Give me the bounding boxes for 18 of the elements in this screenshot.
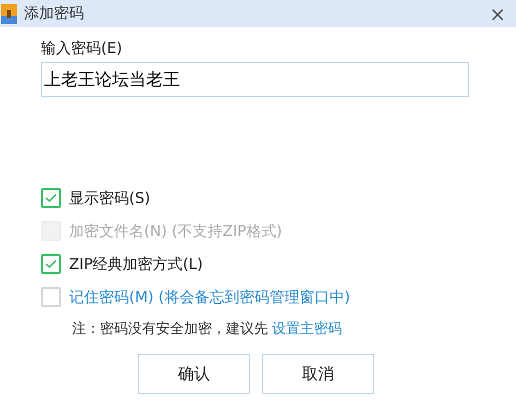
option-label: ZIP经典加密方式(L) xyxy=(69,254,203,274)
option-label: 显示密码(S) xyxy=(69,188,150,208)
option-link[interactable]: 记住密码(M) (将会备忘到密码管理窗口中) xyxy=(69,288,350,306)
option-label: 加密文件名(N) (不支持ZIP格式) xyxy=(69,222,282,240)
password-label: 输入密码(E) xyxy=(41,39,124,58)
confirm-button[interactable]: 确认 xyxy=(138,354,250,394)
checkbox[interactable] xyxy=(41,188,61,208)
check-icon xyxy=(45,259,57,269)
checkbox[interactable] xyxy=(41,254,61,274)
cancel-button[interactable]: 取消 xyxy=(262,354,374,394)
archive-icon xyxy=(0,4,18,24)
check-icon xyxy=(45,193,57,203)
checkbox[interactable] xyxy=(41,287,61,307)
note-text: 注：密码没有安全加密，建议先 xyxy=(72,320,268,338)
master-password-link[interactable]: 设置主密码 xyxy=(272,320,342,338)
password-field[interactable]: 上老王论坛当老王 xyxy=(41,62,469,97)
close-button[interactable]: × xyxy=(485,4,510,24)
window-title: 添加密码 xyxy=(24,4,85,23)
